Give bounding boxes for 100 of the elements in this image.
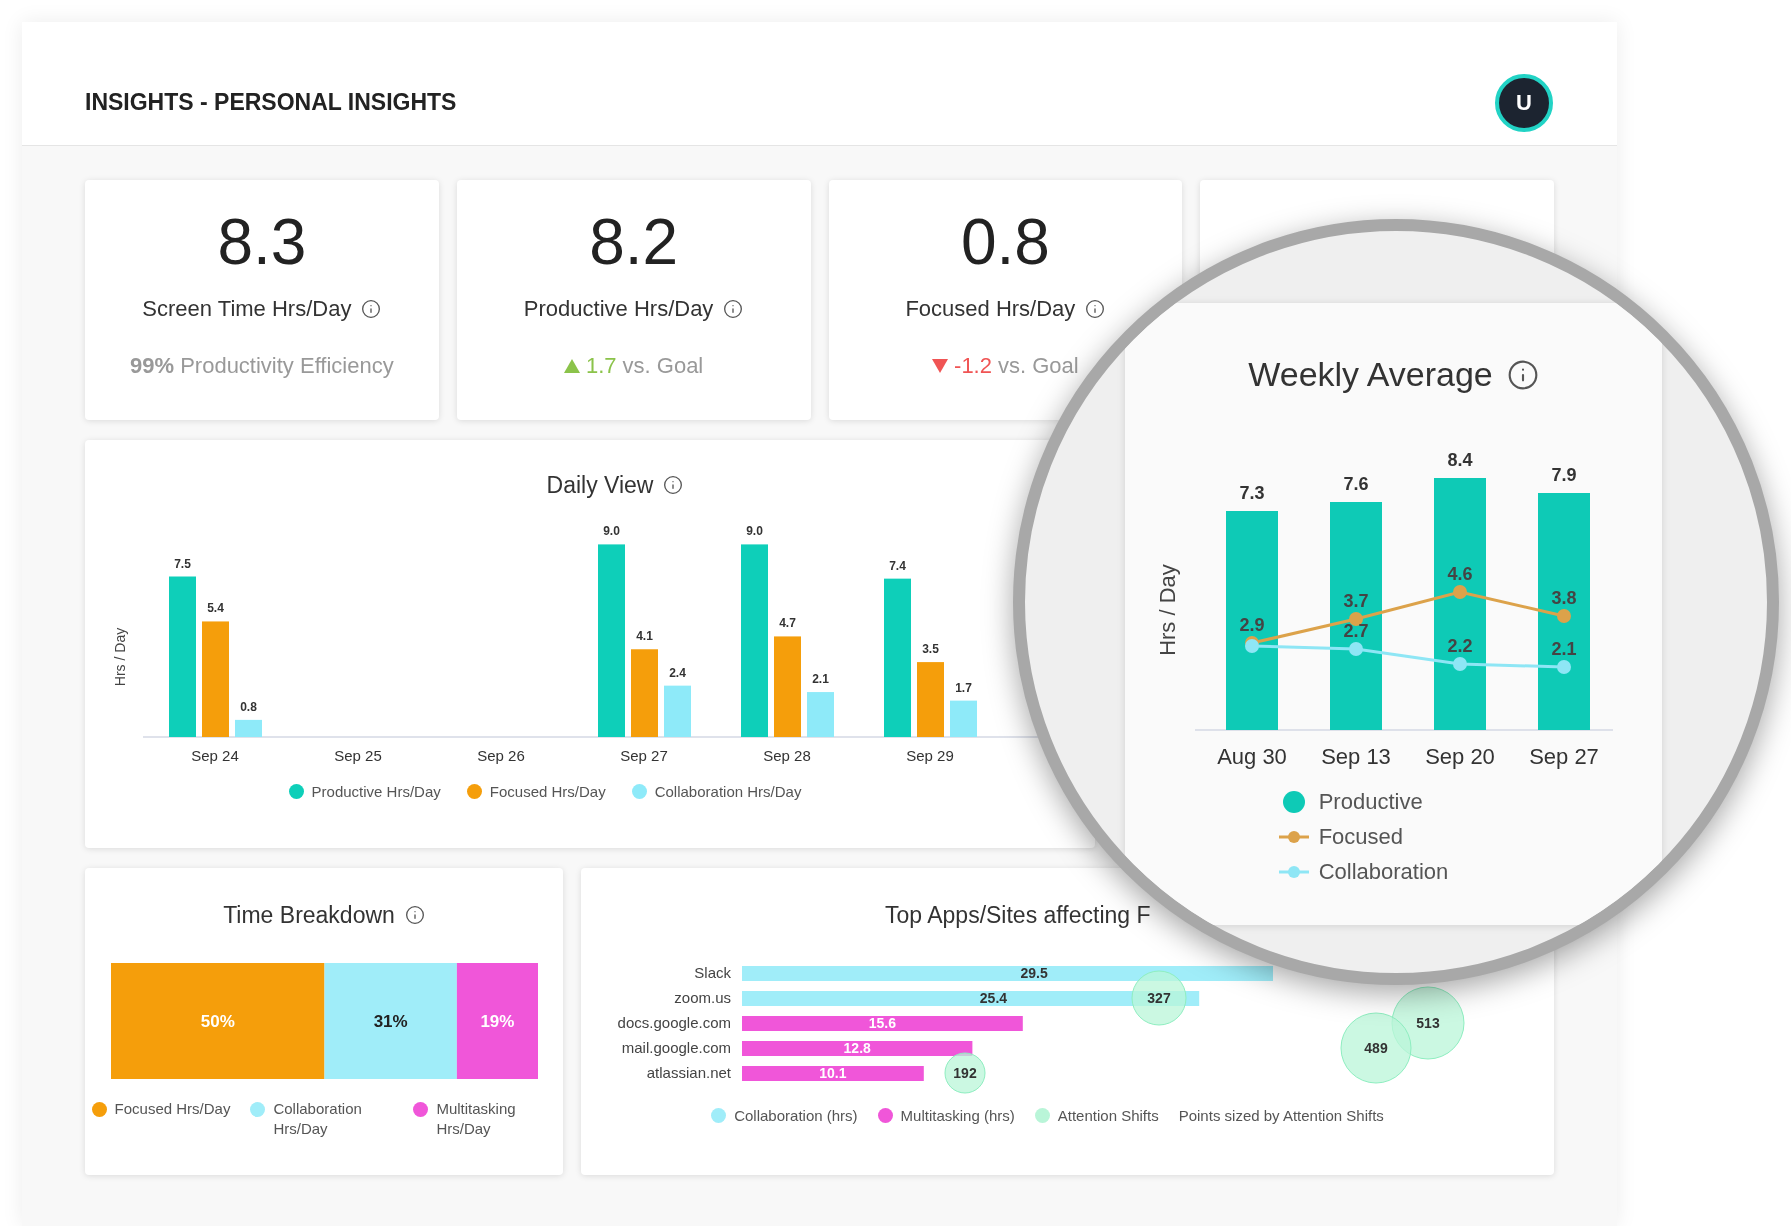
bubble bbox=[944, 1052, 986, 1093]
down-triangle-icon bbox=[932, 358, 949, 373]
info-icon[interactable] bbox=[1506, 358, 1539, 391]
line-point bbox=[1453, 657, 1467, 671]
axis-tick-label: mail.google.com bbox=[621, 1038, 731, 1056]
point-value: 2.2 bbox=[1447, 636, 1473, 656]
page-title: INSIGHTS - PERSONAL INSIGHTS bbox=[85, 88, 457, 118]
legend-label: Productive Hrs/Day bbox=[311, 781, 441, 802]
legend-label: Collaboration bbox=[1318, 858, 1449, 886]
bar-value: 7.9 bbox=[1551, 465, 1577, 485]
metric-label: Focused Hrs/Day bbox=[905, 295, 1076, 323]
bubble bbox=[1340, 1012, 1412, 1083]
info-icon[interactable] bbox=[404, 905, 425, 926]
bar-value: 9.0 bbox=[746, 523, 763, 538]
axis-tick-label: zoom.us bbox=[674, 988, 731, 1006]
axis-tick-label: Sep 26 bbox=[477, 746, 525, 764]
axis-tick-label: Sep 27 bbox=[620, 746, 668, 764]
legend-label: Collaboration Hrs/Day bbox=[654, 781, 802, 802]
point-value: 2.7 bbox=[1343, 621, 1369, 641]
legend-note: Points sized by Attention Shifts bbox=[1178, 1105, 1384, 1126]
chart-title: Daily View bbox=[546, 471, 654, 500]
bubble bbox=[1131, 970, 1187, 1025]
chart-title: Time Breakdown bbox=[223, 901, 395, 930]
bar-value: 7.3 bbox=[1239, 483, 1265, 503]
bar-value: 2.1 bbox=[812, 671, 829, 686]
goal-delta: -1.2 bbox=[954, 352, 992, 380]
axis-tick-label: Sep 27 bbox=[1529, 744, 1599, 769]
point-value: 3.7 bbox=[1343, 591, 1369, 611]
axis-label: Hrs / Day bbox=[1155, 564, 1180, 656]
metric-note: vs. Goal bbox=[998, 352, 1079, 380]
bubble-value: 489 bbox=[1364, 1039, 1388, 1056]
bar-value: 10.1 bbox=[819, 1064, 847, 1081]
legend-label: Attention Shifts bbox=[1057, 1105, 1159, 1126]
bar-value: 1.7 bbox=[955, 680, 972, 695]
line-point bbox=[1557, 609, 1571, 623]
bar-value: 4.7 bbox=[779, 615, 796, 630]
axis-tick-label: Sep 24 bbox=[191, 746, 239, 764]
bar bbox=[950, 700, 977, 737]
bar-value: 7.4 bbox=[889, 558, 906, 573]
up-triangle-icon bbox=[563, 358, 580, 373]
axis-tick-label: atlassian.net bbox=[646, 1063, 731, 1081]
segment-value: 50% bbox=[200, 1011, 235, 1031]
axis-label: Hrs / Day bbox=[112, 627, 128, 686]
legend-label: Focused Hrs/Day bbox=[489, 781, 606, 802]
point-value: 2.9 bbox=[1239, 615, 1265, 635]
axis-tick-label: Sep 25 bbox=[334, 746, 382, 764]
bar-value: 3.5 bbox=[922, 641, 939, 656]
point-value: 2.1 bbox=[1551, 639, 1577, 659]
point-value: 3.8 bbox=[1551, 588, 1577, 608]
bar-value: 29.5 bbox=[1020, 964, 1048, 981]
line-point bbox=[1349, 642, 1363, 656]
axis-tick-label: Aug 30 bbox=[1217, 744, 1287, 769]
axis-tick-label: Slack bbox=[694, 963, 731, 981]
bubble-value: 192 bbox=[953, 1064, 977, 1081]
legend-label: Collaboration Hrs/Day bbox=[273, 1098, 363, 1139]
bar-value: 12.8 bbox=[843, 1039, 871, 1056]
avatar-button[interactable]: U bbox=[1495, 73, 1553, 132]
metric-label: Screen Time Hrs/Day bbox=[142, 295, 352, 323]
bar-value: 0.8 bbox=[240, 699, 257, 714]
legend-label: Focused Hrs/Day bbox=[114, 1098, 231, 1119]
axis-tick-label: Sep 13 bbox=[1321, 744, 1391, 769]
legend-label: Productive bbox=[1318, 788, 1423, 816]
bar-value: 4.1 bbox=[636, 628, 653, 643]
bar-value: 25.4 bbox=[979, 989, 1008, 1006]
chart-title: Top Apps/Sites affecting F bbox=[885, 902, 1151, 928]
info-icon[interactable] bbox=[361, 298, 382, 319]
axis-tick-label: Sep 20 bbox=[1425, 744, 1495, 769]
line-point bbox=[1557, 660, 1571, 674]
legend-label: Collaboration (hrs) bbox=[734, 1105, 858, 1126]
bar bbox=[664, 685, 691, 737]
goal-delta: 1.7 bbox=[585, 352, 617, 380]
line-point bbox=[1349, 612, 1363, 626]
axis-tick-label: Sep 29 bbox=[906, 746, 954, 764]
metric-note: vs. Goal bbox=[622, 352, 704, 380]
bar bbox=[235, 719, 262, 737]
bar-value: 8.4 bbox=[1447, 450, 1473, 470]
segment-value: 31% bbox=[373, 1011, 408, 1031]
metric-value: 8.3 bbox=[217, 206, 307, 278]
bar-value: 2.4 bbox=[669, 665, 686, 680]
info-icon[interactable] bbox=[1085, 298, 1106, 319]
chart-title: Weekly Average bbox=[1248, 354, 1493, 395]
line-point bbox=[1453, 585, 1467, 599]
axis-tick-label: docs.google.com bbox=[617, 1013, 731, 1031]
bar-value: 5.4 bbox=[207, 600, 224, 615]
bubble-value: 327 bbox=[1147, 989, 1171, 1006]
bar-value: 15.6 bbox=[868, 1014, 897, 1031]
bar bbox=[807, 691, 834, 737]
metric-note: 99% Productivity Efficiency bbox=[130, 352, 394, 380]
metric-label: Productive Hrs/Day bbox=[523, 295, 714, 323]
bar-value: 7.6 bbox=[1343, 474, 1369, 494]
metric-value: 8.2 bbox=[589, 206, 679, 278]
axis-tick-label: Sep 28 bbox=[763, 746, 811, 764]
metric-value: 0.8 bbox=[960, 206, 1050, 278]
info-icon[interactable] bbox=[663, 475, 684, 496]
info-icon[interactable] bbox=[723, 298, 744, 319]
legend-label: Focused bbox=[1318, 823, 1404, 851]
bubble-value: 513 bbox=[1416, 1014, 1440, 1031]
legend-label: Multitasking Hrs/Day bbox=[436, 1098, 517, 1139]
segment-value: 19% bbox=[479, 1011, 514, 1031]
point-value: 4.6 bbox=[1447, 564, 1473, 584]
